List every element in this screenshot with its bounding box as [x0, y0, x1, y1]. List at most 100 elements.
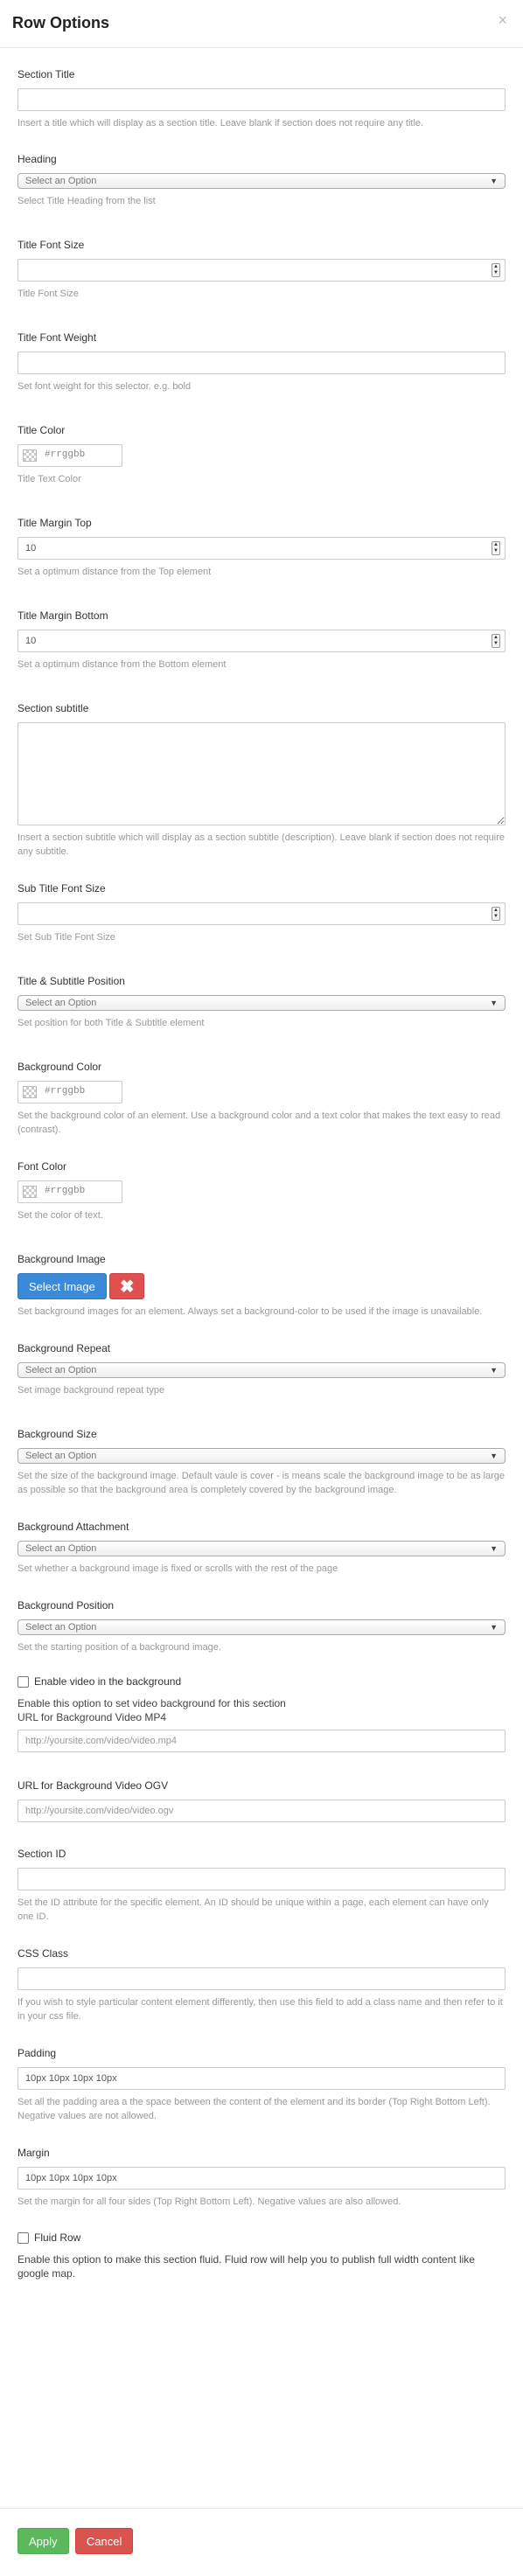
background-color-label: Background Color — [17, 1061, 102, 1073]
title-font-size-input[interactable] — [17, 259, 506, 282]
title-margin-top-field: Title Margin Top ▲▼ Set a optimum distan… — [17, 516, 506, 579]
background-repeat-help: Set image background repeat type — [17, 1385, 165, 1396]
color-swatch-icon — [23, 449, 37, 462]
title-margin-top-wrap: ▲▼ — [17, 537, 506, 560]
background-position-label: Background Position — [17, 1599, 115, 1612]
spinner-arrows-icon[interactable]: ▲ ▼ — [492, 907, 500, 921]
video-description: Enable this option to set video backgrou… — [17, 1697, 286, 1709]
background-size-value: Select an Option — [25, 1451, 97, 1461]
background-repeat-value: Select an Option — [25, 1365, 97, 1375]
font-color-label: Font Color — [17, 1160, 67, 1173]
sub-title-font-size-help: Set Sub Title Font Size — [17, 932, 115, 943]
font-color-picker[interactable]: #rrggbb — [17, 1180, 122, 1203]
enable-video-row: Enable video in the background — [17, 1675, 506, 1688]
row-options-modal: Row Options × Section Title Insert a tit… — [0, 0, 523, 2576]
color-swatch-icon — [23, 1186, 37, 1198]
sub-title-font-size-wrap: ▲ ▼ — [17, 902, 506, 925]
title-subtitle-position-field: Title & Subtitle Position Select an Opti… — [17, 974, 506, 1030]
background-color-picker[interactable]: #rrggbb — [17, 1081, 122, 1104]
close-icon[interactable]: × — [498, 12, 507, 28]
select-image-button[interactable]: Select Image — [17, 1273, 107, 1299]
background-position-select[interactable]: Select an Option ▼ — [17, 1619, 506, 1635]
title-subtitle-position-help: Set position for both Title & Subtitle e… — [17, 1018, 205, 1028]
background-position-help: Set the starting position of a backgroun… — [17, 1642, 221, 1653]
section-title-label: Section Title — [17, 68, 75, 80]
fluid-row-checkbox[interactable] — [17, 2231, 29, 2244]
background-color-field: Background Color #rrggbb Set the backgro… — [17, 1060, 506, 1137]
title-margin-bottom-input[interactable] — [17, 630, 506, 652]
background-color-value: #rrggbb — [45, 1086, 86, 1097]
chevron-down-icon: ▼ — [490, 1623, 498, 1632]
section-id-label: Section ID — [17, 1848, 66, 1860]
css-class-label: CSS Class — [17, 1947, 69, 1960]
section-subtitle-textarea[interactable] — [17, 722, 506, 825]
section-title-input[interactable] — [17, 88, 506, 111]
title-font-weight-field: Title Font Weight Set font weight for th… — [17, 331, 506, 393]
title-subtitle-position-value: Select an Option — [25, 998, 97, 1008]
enable-video-label: Enable video in the background — [34, 1675, 182, 1688]
section-subtitle-help: Insert a section subtitle which will dis… — [17, 832, 506, 857]
title-color-picker[interactable]: #rrggbb — [17, 444, 122, 467]
css-class-input[interactable] — [17, 1967, 506, 1990]
margin-input[interactable] — [17, 2167, 506, 2190]
video-ogv-input[interactable] — [17, 1800, 506, 1822]
padding-field: Padding Set all the padding area a the s… — [17, 2046, 506, 2123]
title-font-weight-input[interactable] — [17, 352, 506, 374]
spinner-arrows-icon[interactable]: ▲ ▼ — [492, 634, 500, 648]
background-attachment-value: Select an Option — [25, 1543, 97, 1554]
fluid-row-label: Fluid Row — [34, 2231, 81, 2244]
sub-title-font-size-field: Sub Title Font Size ▲ ▼ Set Sub Title Fon… — [17, 881, 506, 944]
heading-select-value: Select an Option — [25, 176, 97, 186]
remove-icon[interactable]: ✖ — [109, 1273, 145, 1299]
title-font-size-wrap: ▲ ▼ — [17, 259, 506, 282]
background-attachment-help: Set whether a background image is fixed … — [17, 1563, 338, 1574]
chevron-down-icon: ▼ — [490, 1452, 498, 1460]
background-attachment-label: Background Attachment — [17, 1521, 129, 1533]
spinner-arrows-icon[interactable]: ▲ ▼ — [492, 263, 500, 277]
title-font-size-help: Title Font Size — [17, 289, 79, 299]
enable-video-checkbox[interactable] — [17, 1675, 29, 1688]
sub-title-font-size-input[interactable] — [17, 902, 506, 925]
background-attachment-select[interactable]: Select an Option ▼ — [17, 1541, 506, 1556]
title-margin-bottom-label: Title Margin Bottom — [17, 609, 108, 622]
background-color-help: Set the background color of an element. … — [17, 1110, 501, 1135]
title-font-size-field: Title Font Size ▲ ▼ Title Font Size — [17, 238, 506, 301]
title-margin-top-label: Title Margin Top — [17, 517, 92, 529]
section-id-field: Section ID Set the ID attribute for the … — [17, 1847, 506, 1924]
background-repeat-select[interactable]: Select an Option ▼ — [17, 1362, 506, 1378]
modal-header: Row Options × — [0, 0, 523, 48]
margin-label: Margin — [17, 2147, 50, 2159]
title-margin-top-input[interactable] — [17, 537, 506, 560]
title-margin-bottom-help: Set a optimum distance from the Bottom e… — [17, 659, 227, 670]
background-image-label: Background Image — [17, 1253, 106, 1265]
apply-button[interactable]: Apply — [17, 2528, 69, 2554]
video-mp4-input[interactable] — [17, 1730, 506, 1752]
section-subtitle-label: Section subtitle — [17, 702, 89, 714]
padding-help: Set all the padding area a the space bet… — [17, 2097, 491, 2121]
video-mp4-label: URL for Background Video MP4 — [17, 1711, 167, 1723]
padding-input[interactable] — [17, 2067, 506, 2090]
font-color-field: Font Color #rrggbb Set the color of text… — [17, 1159, 506, 1222]
modal-footer: Apply Cancel — [0, 2508, 523, 2576]
title-subtitle-position-select[interactable]: Select an Option ▼ — [17, 995, 506, 1011]
background-position-value: Select an Option — [25, 1622, 97, 1633]
padding-label: Padding — [17, 2047, 57, 2059]
section-id-help: Set the ID attribute for the specific el… — [17, 1897, 489, 1922]
background-size-help: Set the size of the background image. De… — [17, 1471, 506, 1495]
title-font-weight-label: Title Font Weight — [17, 331, 97, 344]
modal-title: Row Options — [12, 14, 109, 31]
chevron-down-icon: ▼ — [490, 177, 498, 185]
background-image-help: Set background images for an element. Al… — [17, 1306, 483, 1317]
cancel-button[interactable]: Cancel — [74, 2528, 134, 2554]
modal-body: Section Title Insert a title which will … — [0, 48, 523, 2280]
chevron-down-icon: ▼ — [490, 1544, 498, 1553]
section-id-input[interactable] — [17, 1868, 506, 1890]
title-font-size-label: Title Font Size — [17, 239, 85, 251]
title-color-field: Title Color #rrggbb Title Text Color — [17, 423, 506, 486]
heading-select[interactable]: Select an Option ▼ — [17, 173, 506, 189]
background-image-field: Background Image Select Image ✖ Set back… — [17, 1252, 506, 1319]
spinner-arrows-icon[interactable]: ▲ ▼ — [492, 541, 500, 555]
section-title-field: Section Title Insert a title which will … — [17, 67, 506, 130]
background-size-select[interactable]: Select an Option ▼ — [17, 1448, 506, 1464]
margin-help: Set the margin for all four sides (Top R… — [17, 2197, 401, 2207]
